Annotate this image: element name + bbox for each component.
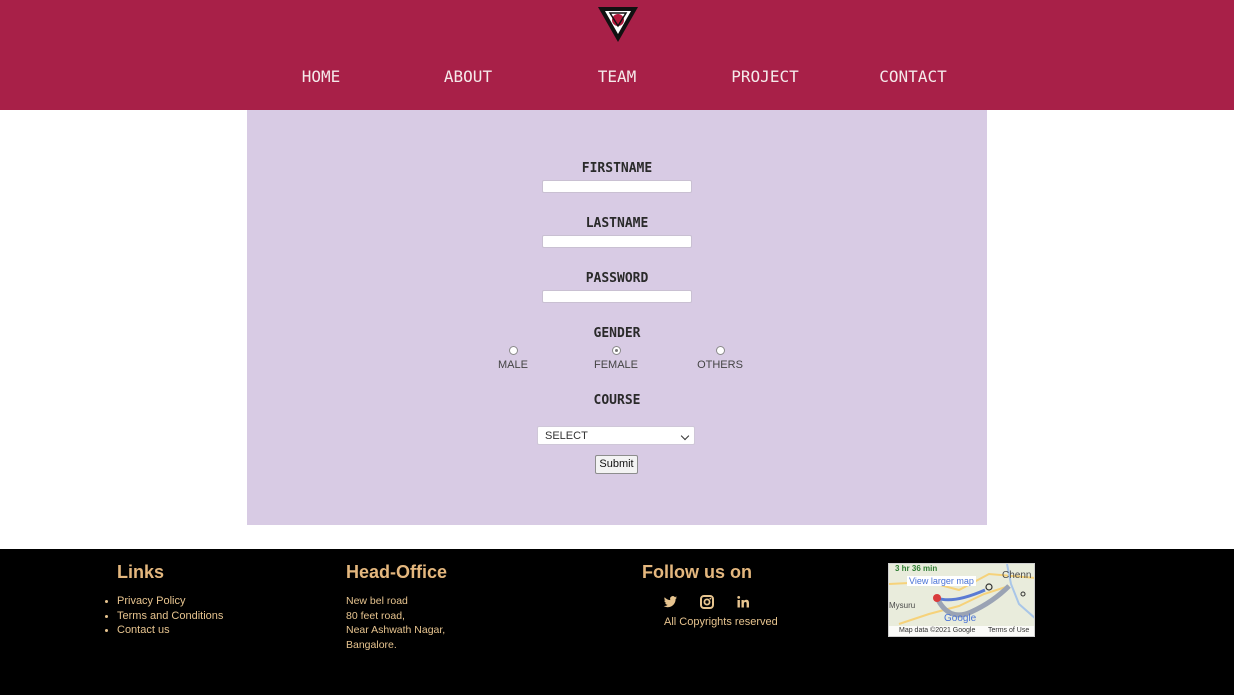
chevron-down-icon (680, 431, 690, 441)
site-footer: Links Privacy Policy Terms and Condition… (0, 549, 1234, 695)
course-selected-value: SELECT (545, 430, 588, 442)
links-heading: Links (117, 562, 165, 582)
instagram-icon[interactable] (699, 594, 715, 610)
office-address: New bel road 80 feet road, Near Ashwath … (346, 594, 445, 652)
head-office-heading: Head-Office (346, 562, 448, 582)
map-place-chennai: Chenn (1002, 570, 1032, 581)
password-input[interactable] (542, 290, 692, 303)
map-terms-link[interactable]: Terms of Use (988, 627, 1029, 634)
course-label: COURSE (593, 393, 641, 408)
female-label: FEMALE (593, 359, 638, 371)
female-radio[interactable] (611, 346, 621, 355)
follow-us-heading: Follow us on (642, 562, 752, 582)
nav-team[interactable]: TEAM (547, 67, 687, 86)
nav-home[interactable]: HOME (251, 67, 391, 86)
firstname-label: FIRSTNAME (581, 161, 653, 176)
nav-about[interactable]: ABOUT (398, 67, 538, 86)
linkedin-icon[interactable] (735, 594, 751, 610)
view-larger-map-link[interactable]: View larger map (907, 576, 976, 586)
gender-label: GENDER (593, 326, 641, 341)
submit-button[interactable]: Submit (595, 455, 638, 474)
site-header: HOME ABOUT TEAM PROJECT CONTACT (0, 0, 1234, 110)
nav-contact[interactable]: CONTACT (843, 67, 983, 86)
gender-option-others[interactable]: OTHERS (690, 346, 750, 371)
password-label: PASSWORD (585, 271, 649, 286)
location-map[interactable]: 3 hr 36 min View larger map Chenn Mysuru… (888, 563, 1035, 637)
map-place-mysuru: Mysuru (889, 601, 916, 610)
address-line: Bangalore. (346, 638, 397, 651)
nav-project[interactable]: PROJECT (695, 67, 835, 86)
map-route-time: 3 hr 36 min (895, 564, 938, 573)
copyright-text: All Copyrights reserved (664, 616, 778, 628)
privacy-policy-link[interactable]: Privacy Policy (104, 594, 223, 609)
course-select[interactable]: SELECT (537, 426, 695, 445)
gender-option-female[interactable]: FEMALE (586, 346, 646, 371)
google-logo: Google (944, 613, 977, 624)
lastname-input[interactable] (542, 235, 692, 248)
address-line: 80 feet road, (346, 609, 405, 622)
twitter-icon[interactable] (662, 594, 678, 610)
lastname-label: LASTNAME (585, 216, 649, 231)
firstname-input[interactable] (542, 180, 692, 193)
map-footer: Map data ©2021 Google Terms of Use (889, 626, 1034, 636)
main-nav: HOME ABOUT TEAM PROJECT CONTACT (0, 0, 1234, 110)
address-line: New bel road (346, 595, 408, 607)
male-radio[interactable] (508, 346, 518, 355)
male-label: MALE (498, 359, 528, 371)
terms-link[interactable]: Terms and Conditions (104, 609, 223, 624)
footer-links: Privacy Policy Terms and Conditions Cont… (104, 594, 223, 638)
others-radio[interactable] (715, 346, 725, 355)
others-label: OTHERS (697, 359, 743, 371)
address-line: Near Ashwath Nagar, (346, 624, 446, 637)
contact-us-link[interactable]: Contact us (104, 623, 223, 638)
map-attribution: Map data ©2021 Google (899, 627, 976, 634)
registration-form: FIRSTNAME LASTNAME PASSWORD GENDER MALE … (247, 110, 987, 525)
gender-option-male[interactable]: MALE (483, 346, 543, 371)
